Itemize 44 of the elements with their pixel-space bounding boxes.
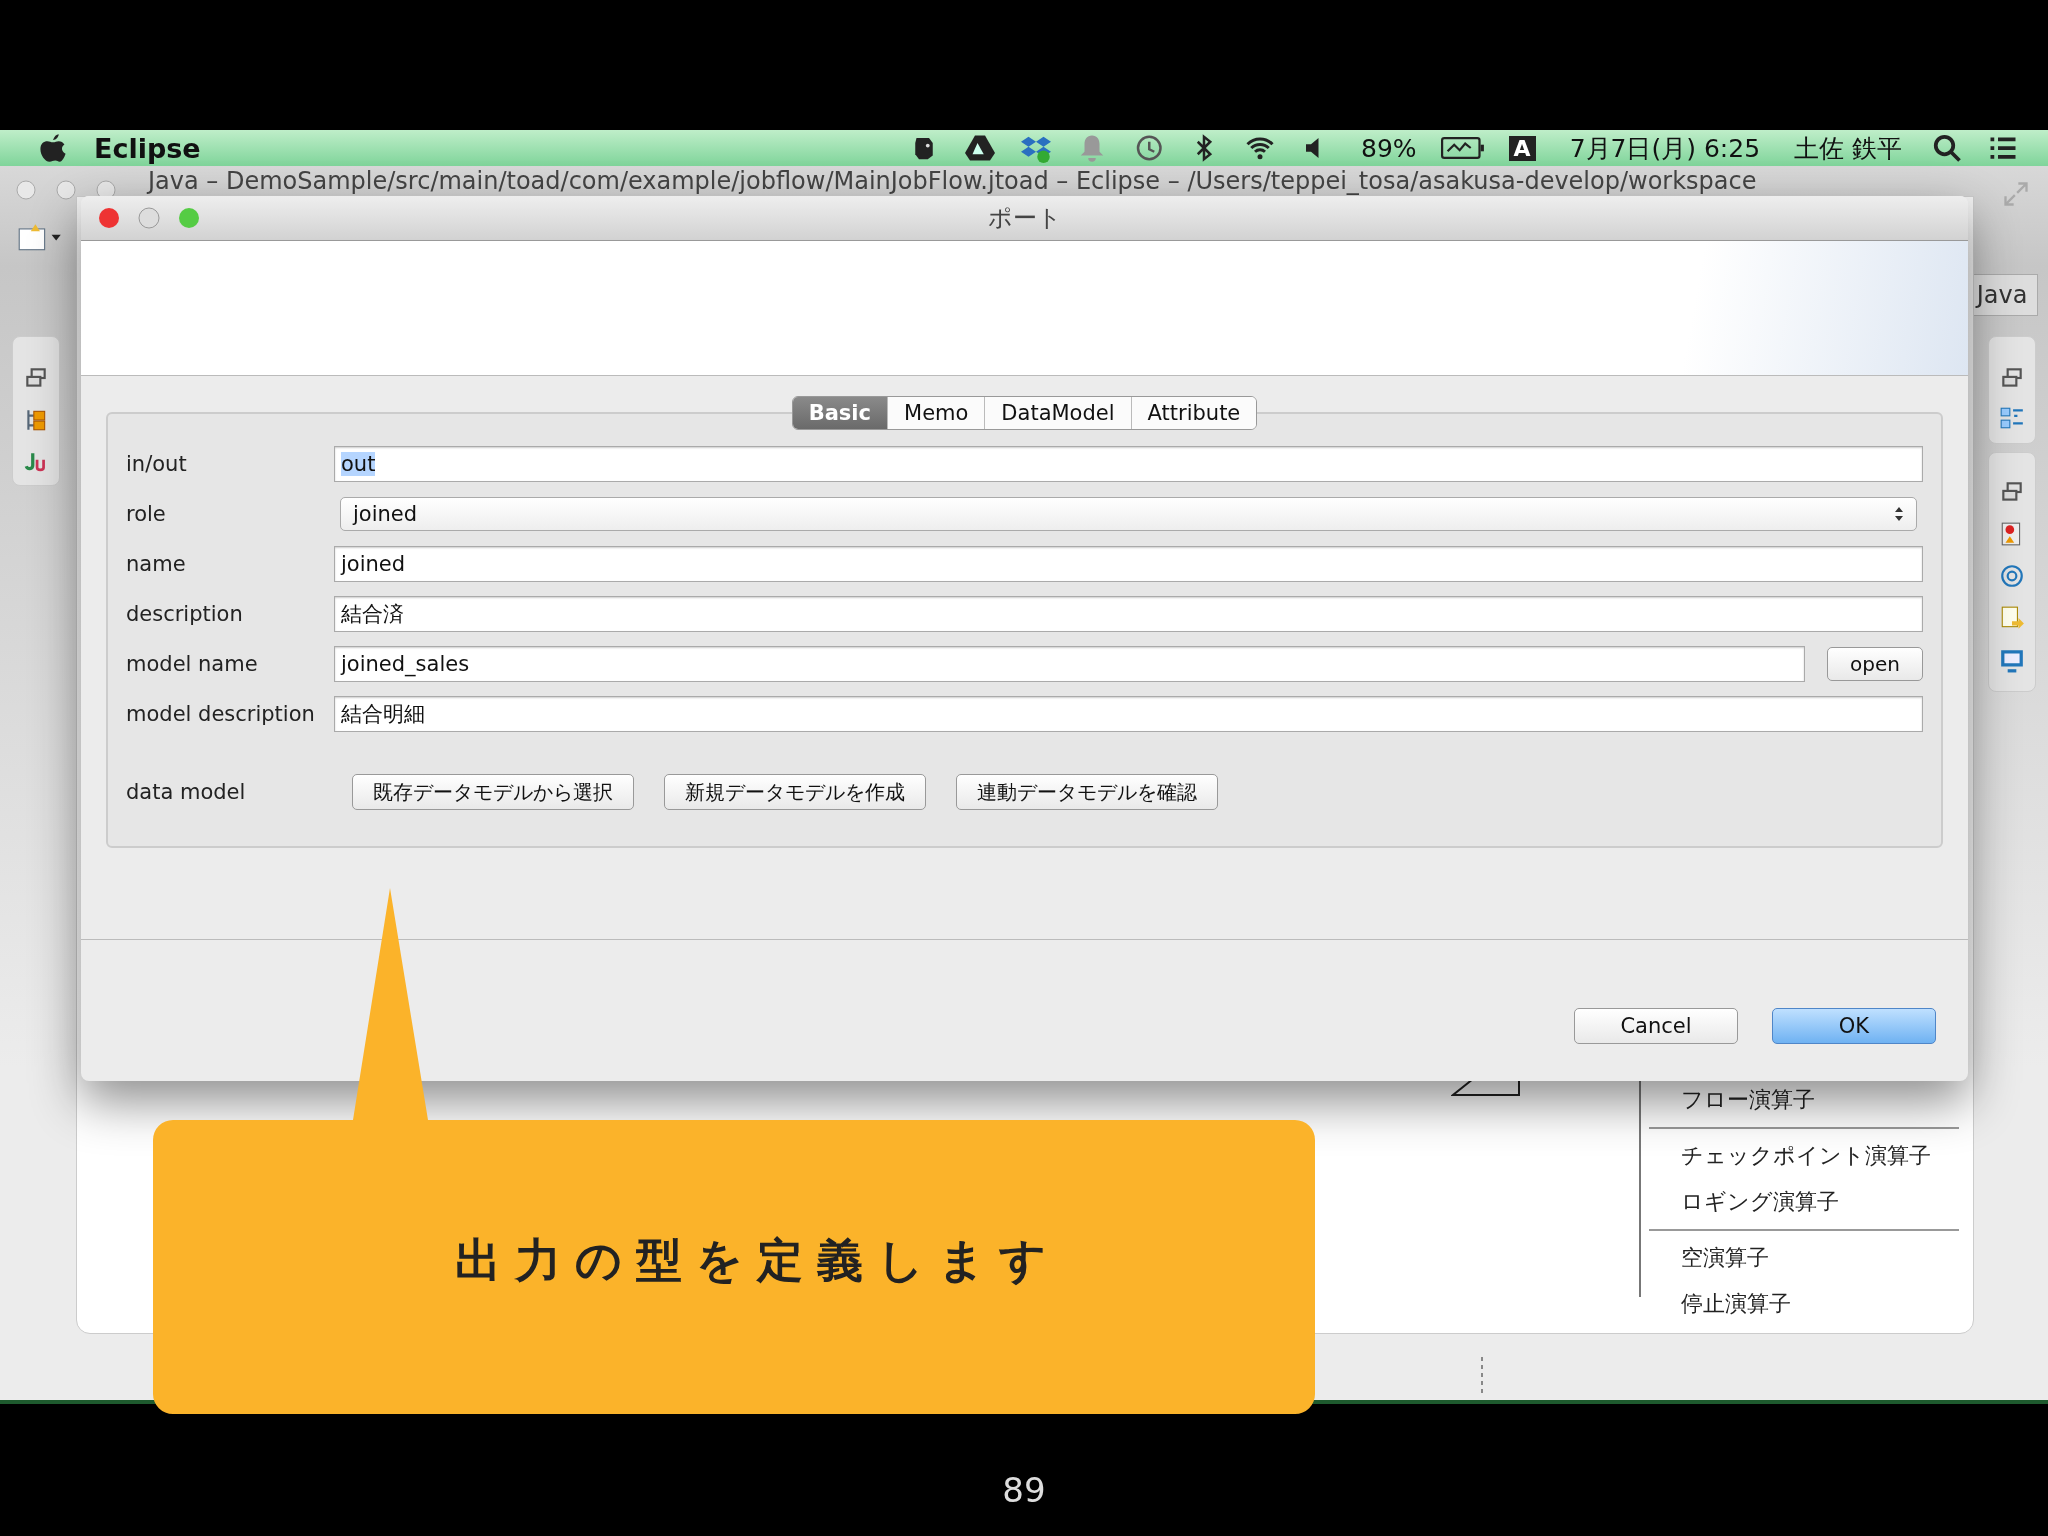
window-controls-icon[interactable] [97,206,201,230]
outline-icon[interactable] [1999,405,2025,431]
callout-text: 出力の型を定義します [455,1232,1060,1289]
palette-item[interactable]: ロギング演算子 [1649,1179,1959,1225]
data-model-button[interactable]: 新規データモデルを作成 [664,774,926,810]
text-field[interactable]: joined_sales [334,646,1805,682]
apple-logo-icon[interactable] [38,132,68,164]
open-button[interactable]: open [1827,647,1923,681]
window-title: Java – DemoSample/src/main/toad/com/example/jobflow/MainJobFlow.jtoad – Eclipse – /Users/teppei_tosa/asakusa-develop/workspace [148,167,1757,195]
user-name[interactable]: 土佐 鉄平 [1794,131,1902,165]
declaration-icon[interactable] [1999,605,2025,631]
field-label: description [126,602,244,626]
battery-icon[interactable] [1440,135,1485,161]
updown-arrows-icon[interactable] [1894,506,1904,522]
battery-percent: 89% [1361,133,1417,163]
field-label: model description [126,702,316,726]
tab[interactable]: Attribute [1130,397,1257,429]
text-field[interactable]: joined [334,546,1923,582]
data-model-button[interactable]: 連動データモデルを確認 [956,774,1218,810]
page-number: 89 [1001,1470,1047,1510]
field-label: in/out [126,452,188,476]
app-name[interactable]: Eclipse [94,132,201,164]
console-icon[interactable] [1999,647,2025,673]
triangle-icon[interactable] [965,133,996,163]
role-dropdown[interactable]: joined [340,497,1917,531]
input-mode-indicator[interactable]: A [1508,135,1536,161]
text-field[interactable]: 結合済 [334,596,1923,632]
cancel-button[interactable]: Cancel [1574,1007,1738,1044]
palette-item[interactable]: チェックポイント演算子 [1649,1133,1959,1179]
data-model-button[interactable]: 既存データモデルから選択 [352,774,634,810]
field-label: role [126,502,167,526]
text-field[interactable]: out [334,446,1923,482]
menu-clock[interactable]: 7月7日(月) 6:25 [1569,131,1761,165]
ok-button[interactable]: OK [1772,1007,1936,1044]
dialog-title: ポート [987,203,1062,234]
field-label: model name [126,652,259,676]
field-label: name [126,552,187,576]
search-icon[interactable] [1932,133,1962,163]
palette-item[interactable]: 停止演算子 [1649,1281,1959,1327]
palette-item[interactable]: フロー演算子 [1649,1077,1959,1123]
tab[interactable]: Basic [792,397,887,429]
text-field[interactable]: 結合明細 [334,696,1923,732]
field-label: data model [126,780,247,804]
palette-item[interactable]: 空演算子 [1649,1235,1959,1281]
